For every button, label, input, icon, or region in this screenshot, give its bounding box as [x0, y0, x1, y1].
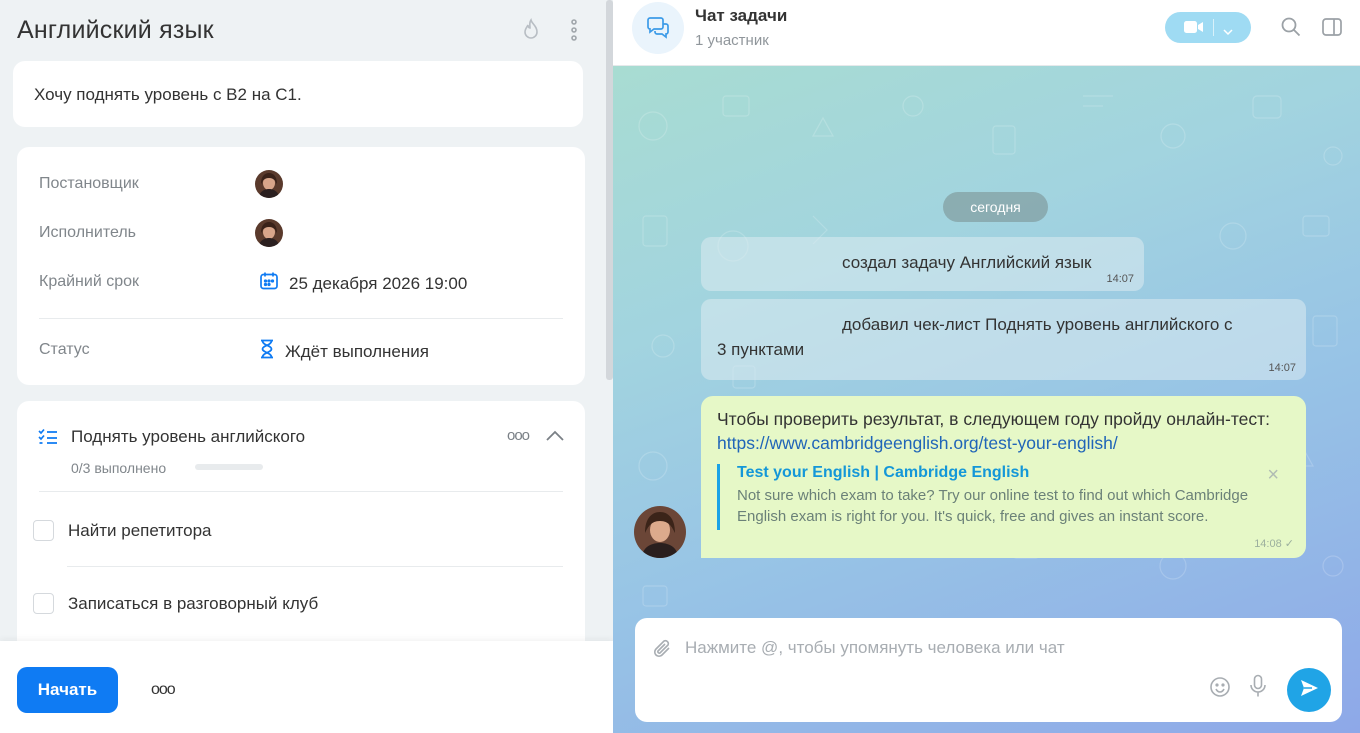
date-separator: сегодня	[943, 192, 1048, 222]
scrollbar[interactable]	[606, 0, 613, 380]
message-text: Чтобы проверить результат, в следующем г…	[717, 407, 1287, 455]
avatar[interactable]	[255, 170, 283, 198]
send-icon	[1299, 678, 1319, 703]
message-time: 14:07	[1106, 273, 1134, 285]
chat-header: Чат задачи 1 участник	[613, 0, 1360, 66]
avatar[interactable]	[255, 219, 283, 247]
task-panel: Английский язык Хочу поднять уровень с B…	[0, 0, 613, 733]
status-value[interactable]: Ждёт выполнения	[259, 339, 429, 364]
link-preview[interactable]: Test your English | Cambridge English No…	[717, 464, 1283, 530]
checklist-item-label: Найти репетитора	[68, 520, 212, 540]
checkbox[interactable]	[33, 520, 54, 541]
message-time-text: 14:08	[1254, 538, 1282, 550]
more-vertical-icon[interactable]	[563, 18, 585, 42]
side-panel-icon[interactable]	[1321, 16, 1343, 38]
check-icon: ✓	[1284, 538, 1294, 550]
link-preview-title[interactable]: Test your English | Cambridge English	[737, 464, 1283, 482]
paperclip-icon[interactable]	[653, 638, 673, 665]
task-description-card[interactable]: Хочу поднять уровень с B2 на C1.	[13, 61, 583, 127]
system-message-text: добавил чек-лист Поднять уровень английс…	[842, 315, 1233, 334]
chat-panel: Чат задачи 1 участник сегодня создал зад…	[613, 0, 1360, 733]
camera-icon	[1184, 20, 1204, 39]
checklist-progress-bar	[195, 464, 263, 470]
more-button[interactable]: ooo	[151, 681, 176, 699]
status-label: Статус	[39, 341, 90, 358]
checkbox[interactable]	[33, 593, 54, 614]
search-icon[interactable]	[1280, 16, 1302, 38]
chevron-down-icon[interactable]	[1223, 23, 1233, 41]
checklist-item-label: Записаться в разговорный клуб	[68, 593, 319, 613]
send-button[interactable]	[1287, 668, 1331, 712]
assignee-label: Исполнитель	[39, 224, 137, 241]
checklist-progress: 0/3 выполнено	[71, 460, 167, 476]
chat-message[interactable]: Чтобы проверить результат, в следующем г…	[701, 396, 1306, 558]
chevron-up-icon[interactable]	[546, 429, 564, 447]
flame-icon[interactable]	[520, 18, 542, 42]
checklist-card: Поднять уровень английского ooo 0/3 выпо…	[17, 401, 585, 661]
checklist-item[interactable]: Записаться в разговорный клуб	[33, 593, 318, 614]
task-header: Английский язык	[17, 14, 587, 48]
message-input[interactable]	[685, 638, 1245, 658]
message-link[interactable]: https://www.cambridgeenglish.org/test-yo…	[717, 433, 1118, 453]
message-body: Чтобы проверить результат, в следующем г…	[717, 409, 1271, 429]
close-icon[interactable]: ×	[1267, 464, 1279, 487]
creator-value[interactable]	[255, 170, 283, 198]
chat-participants[interactable]: 1 участник	[695, 32, 769, 49]
video-call-button[interactable]	[1165, 12, 1251, 43]
divider	[39, 318, 563, 319]
checklist-icon	[38, 428, 58, 451]
checklist-title[interactable]: Поднять уровень английского	[71, 427, 305, 447]
system-message-text: создал задачу Английский язык	[842, 253, 1092, 272]
divider	[39, 491, 563, 492]
hourglass-icon	[259, 339, 275, 364]
microphone-icon[interactable]	[1249, 674, 1267, 703]
avatar[interactable]	[634, 506, 686, 558]
task-footer: Начать ooo	[0, 641, 613, 733]
checklist-item[interactable]: Найти репетитора	[33, 520, 211, 541]
deadline-text: 25 декабря 2026 19:00	[289, 273, 468, 293]
system-message: создал задачу Английский язык 14:07	[701, 237, 1144, 291]
task-description: Хочу поднять уровень с B2 на C1.	[34, 85, 302, 104]
system-message: добавил чек-лист Поднять уровень английс…	[701, 299, 1306, 380]
task-title: Английский язык	[17, 16, 214, 44]
assignee-value[interactable]	[255, 219, 283, 247]
deadline-label: Крайний срок	[39, 273, 140, 290]
checklist-more-icon[interactable]: ooo	[507, 427, 530, 444]
task-fields-card: Постановщик Исполнитель Крайний срок 25 …	[17, 147, 585, 385]
chat-icon	[632, 2, 684, 54]
calendar-icon	[259, 271, 279, 296]
divider	[1213, 19, 1214, 36]
chat-background: сегодня создал задачу Английский язык 14…	[613, 66, 1360, 733]
divider	[67, 566, 563, 567]
system-message-text: 3 пунктами	[717, 340, 805, 359]
start-button[interactable]: Начать	[17, 667, 118, 713]
message-time: 14:08 ✓	[1254, 537, 1294, 550]
message-composer[interactable]	[635, 618, 1342, 722]
link-preview-description: Not sure which exam to take? Try our onl…	[737, 487, 1249, 525]
chat-title: Чат задачи	[695, 6, 788, 25]
status-text: Ждёт выполнения	[285, 341, 429, 361]
message-time: 14:07	[1268, 362, 1296, 374]
emoji-icon[interactable]	[1209, 676, 1231, 703]
deadline-value[interactable]: 25 декабря 2026 19:00	[259, 271, 467, 296]
creator-label: Постановщик	[39, 175, 139, 192]
